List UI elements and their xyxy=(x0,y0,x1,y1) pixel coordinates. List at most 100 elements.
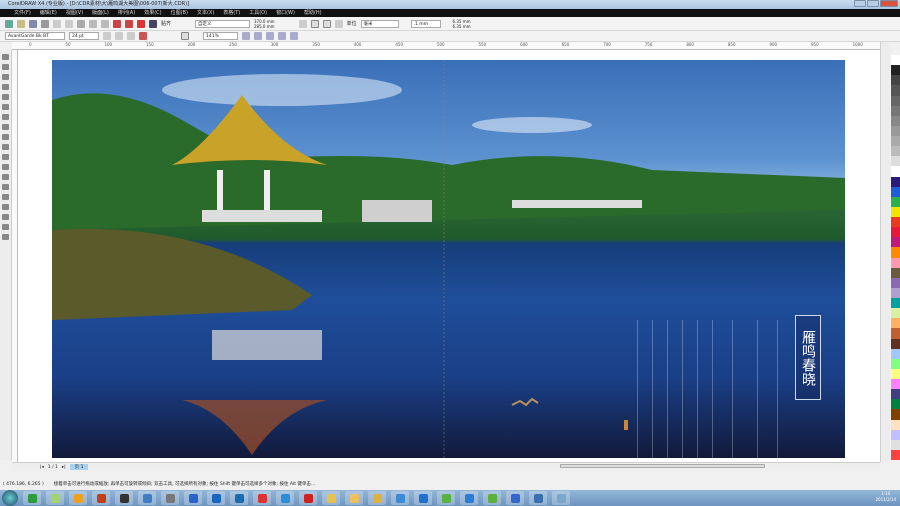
font-select[interactable]: AvantGarde Bk BT xyxy=(5,32,65,40)
font-size-select[interactable]: 24 pt xyxy=(69,32,99,40)
palette-swatch[interactable] xyxy=(891,55,900,66)
palette-swatch[interactable] xyxy=(891,196,900,207)
outline-tool-icon[interactable] xyxy=(2,214,9,220)
taskbar-app-button[interactable] xyxy=(207,491,225,505)
palette-swatch[interactable] xyxy=(891,409,900,420)
last-page-button[interactable]: ▸| xyxy=(62,465,66,470)
connector-tool-icon[interactable] xyxy=(2,184,9,190)
taskbar-app-button[interactable] xyxy=(322,491,340,505)
palette-swatch[interactable] xyxy=(891,206,900,217)
nudge-field[interactable]: .1 mm xyxy=(410,19,441,28)
taskbar-app-button[interactable] xyxy=(138,491,156,505)
pick-tool-icon[interactable] xyxy=(2,54,9,60)
crop-tool-icon[interactable] xyxy=(2,74,9,80)
portrait-icon[interactable] xyxy=(298,19,307,28)
menu-window[interactable]: 窗口(W) xyxy=(276,9,295,17)
menu-layout[interactable]: 版面(L) xyxy=(92,9,109,17)
palette-swatch[interactable] xyxy=(891,247,900,258)
palette-swatch[interactable] xyxy=(891,85,900,96)
shape-tool-icon[interactable] xyxy=(2,64,9,70)
palette-swatch[interactable] xyxy=(891,125,900,136)
taskbar-app-button[interactable] xyxy=(184,491,202,505)
units-select[interactable]: 毫米 xyxy=(360,19,399,28)
palette-swatch[interactable] xyxy=(891,95,900,106)
palette-swatch[interactable] xyxy=(891,186,900,197)
taskbar-app-button[interactable] xyxy=(414,491,432,505)
app-launcher-icon[interactable] xyxy=(137,19,145,28)
start-button[interactable] xyxy=(2,490,18,506)
freehand-tool-icon[interactable] xyxy=(2,94,9,100)
palette-swatch[interactable] xyxy=(891,105,900,116)
page-height-field[interactable]: 285.0 mm xyxy=(254,24,275,29)
taskbar-app-button[interactable] xyxy=(506,491,524,505)
taskbar-app-button[interactable] xyxy=(299,491,317,505)
zoom-page-icon[interactable] xyxy=(290,32,298,40)
taskbar-app-button[interactable] xyxy=(253,491,271,505)
docker-panel[interactable] xyxy=(880,42,890,462)
copy-icon[interactable] xyxy=(65,19,73,28)
basic-shapes-icon[interactable] xyxy=(2,144,9,150)
text-tool-icon[interactable] xyxy=(2,154,9,160)
palette-swatch[interactable] xyxy=(891,136,900,147)
align-icon[interactable] xyxy=(139,32,147,40)
palette-swatch[interactable] xyxy=(891,379,900,390)
zoom-all-icon[interactable] xyxy=(278,32,286,40)
taskbar-app-button[interactable] xyxy=(368,491,386,505)
palette-swatch[interactable] xyxy=(891,267,900,278)
undo-icon[interactable] xyxy=(89,19,97,28)
palette-swatch[interactable] xyxy=(891,348,900,359)
import-icon[interactable] xyxy=(113,19,121,28)
current-page-icon[interactable] xyxy=(334,19,343,28)
page-tab[interactable]: 页 1 xyxy=(69,464,89,470)
palette-swatch[interactable] xyxy=(891,287,900,298)
menu-table[interactable]: 表格(T) xyxy=(223,9,240,17)
palette-swatch[interactable] xyxy=(891,358,900,369)
palette-swatch[interactable] xyxy=(891,257,900,268)
taskbar-app-button[interactable] xyxy=(161,491,179,505)
menu-tools[interactable]: 工具(O) xyxy=(249,9,267,17)
paste-icon[interactable] xyxy=(77,19,85,28)
palette-swatch[interactable] xyxy=(891,237,900,248)
taskbar-app-button[interactable] xyxy=(23,491,41,505)
taskbar-app-button[interactable] xyxy=(529,491,547,505)
redo-icon[interactable] xyxy=(101,19,109,28)
snap-dropdown[interactable]: 贴齐 xyxy=(161,20,171,27)
palette-swatch[interactable] xyxy=(891,308,900,319)
palette-swatch[interactable] xyxy=(891,368,900,379)
taskbar-app-button[interactable] xyxy=(391,491,409,505)
taskbar-app-button[interactable] xyxy=(437,491,455,505)
cut-icon[interactable] xyxy=(53,19,61,28)
first-page-button[interactable]: |◂ xyxy=(40,465,44,470)
duplicate-y-field[interactable]: 6.35 mm xyxy=(453,24,471,29)
smart-fill-icon[interactable] xyxy=(2,104,9,110)
rectangle-tool-icon[interactable] xyxy=(2,114,9,120)
welcome-icon[interactable] xyxy=(149,19,157,28)
taskbar-app-button[interactable] xyxy=(460,491,478,505)
new-icon[interactable] xyxy=(5,19,13,28)
palette-swatch[interactable] xyxy=(891,389,900,400)
palette-swatch[interactable] xyxy=(891,227,900,238)
save-icon[interactable] xyxy=(29,19,37,28)
palette-swatch[interactable] xyxy=(891,439,900,450)
palette-swatch[interactable] xyxy=(891,419,900,430)
palette-swatch[interactable] xyxy=(891,449,900,460)
palette-swatch[interactable] xyxy=(891,328,900,339)
ellipse-tool-icon[interactable] xyxy=(2,124,9,130)
palette-swatch[interactable] xyxy=(891,176,900,187)
menu-file[interactable]: 文件(F) xyxy=(14,9,31,17)
menu-bitmaps[interactable]: 位图(B) xyxy=(171,9,188,17)
taskbar-app-button[interactable] xyxy=(46,491,64,505)
palette-swatch[interactable] xyxy=(891,166,900,177)
open-icon[interactable] xyxy=(17,19,25,28)
lake-pavilion-photo[interactable] xyxy=(52,60,845,458)
menu-text[interactable]: 文本(X) xyxy=(197,9,214,17)
horizontal-scrollbar[interactable] xyxy=(560,464,765,468)
dimension-tool-icon[interactable] xyxy=(2,174,9,180)
palette-swatch[interactable] xyxy=(891,75,900,86)
menu-effects[interactable]: 效果(C) xyxy=(144,9,161,17)
menu-view[interactable]: 视图(V) xyxy=(66,9,83,17)
blend-tool-icon[interactable] xyxy=(2,194,9,200)
taskbar-app-button[interactable] xyxy=(276,491,294,505)
taskbar-app-button[interactable] xyxy=(69,491,87,505)
palette-swatch[interactable] xyxy=(891,338,900,349)
